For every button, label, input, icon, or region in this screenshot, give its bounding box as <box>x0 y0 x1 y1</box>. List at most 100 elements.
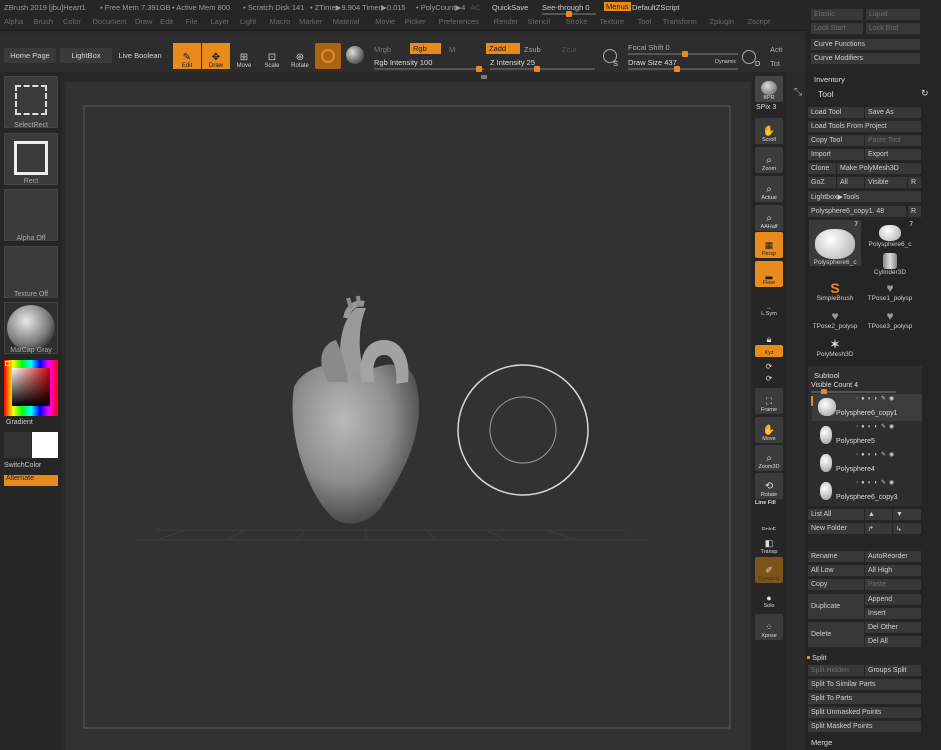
tool-thumb-3[interactable]: S SimpleBrush <box>809 276 861 302</box>
menu-render[interactable]: Render <box>494 17 519 26</box>
arrow-down-button[interactable]: ▼ <box>893 509 921 520</box>
copy-tool-button[interactable]: Copy Tool <box>808 135 864 146</box>
all-low-button[interactable]: All Low <box>808 565 864 576</box>
subtool-row[interactable]: ◦●◐◐✎◉ Polysphere5 <box>812 422 922 449</box>
scroll-button[interactable]: ✋ Scroll <box>755 118 783 144</box>
menu-edit[interactable]: Edit <box>160 17 173 26</box>
tool-thumb-6[interactable]: ♥ TPose3_polysp <box>864 304 916 330</box>
collapse-handle[interactable] <box>481 75 487 79</box>
del-other-button[interactable]: Del Other <box>865 622 921 633</box>
move-up-button[interactable]: ↱ <box>865 523 892 534</box>
menu-texture[interactable]: Texture <box>600 17 625 26</box>
all-high-button[interactable]: All High <box>865 565 921 576</box>
tool-thumb-1[interactable]: Polysphere6_c 7 <box>864 220 916 248</box>
solo-button[interactable]: ● Solo <box>755 584 783 610</box>
home-page-button[interactable]: Home Page <box>4 48 56 63</box>
copy-button[interactable]: Copy <box>808 579 864 590</box>
rgb-button[interactable]: Rgb <box>410 43 441 54</box>
top-item-2[interactable]: Lock Start <box>811 23 863 34</box>
transp-button[interactable]: ◧ Transp <box>755 530 783 556</box>
goz-visible-button[interactable]: Visible <box>865 177 907 188</box>
z-intensity-slider[interactable]: Z Intensity 25 <box>490 58 535 67</box>
insert-button[interactable]: Insert <box>865 608 921 619</box>
alpha-button[interactable] <box>4 189 58 241</box>
menu-movie[interactable]: Movie <box>375 17 395 26</box>
tool-thumb-2[interactable]: Cylinder3D <box>864 248 916 276</box>
subtool-icons[interactable]: ◦●◐◐✎◉ <box>856 395 897 402</box>
goz-button[interactable]: GoZ <box>808 177 836 188</box>
tool-thumb-4[interactable]: ♥ TPose1_polysp <box>864 276 916 302</box>
edit-button[interactable]: ✎ Edit <box>173 43 201 69</box>
rotate-button[interactable]: ⊛ Rotate <box>286 43 314 69</box>
subtool-icons[interactable]: ◦●◐◐✎◉ <box>856 451 897 458</box>
subtool-row[interactable]: ◦●◐◐✎◉ Polysphere4 <box>812 450 922 477</box>
spix-slider[interactable]: SPix 3 <box>756 104 776 111</box>
menu-brush[interactable]: Brush <box>34 17 54 26</box>
persp-button[interactable]: ▦ Persp <box>755 232 783 258</box>
menu-file[interactable]: File <box>185 17 197 26</box>
switchcolor-button[interactable]: SwitchColor <box>4 462 41 469</box>
rgb-intensity-slider[interactable]: Rgb Intensity 100 <box>374 58 432 67</box>
scale-button[interactable]: ⊡ Scale <box>258 43 286 69</box>
goz-all-button[interactable]: All <box>837 177 864 188</box>
duplicate-button[interactable]: Duplicate <box>808 594 864 619</box>
color-square[interactable] <box>12 368 50 406</box>
draw-size-track[interactable] <box>628 66 738 72</box>
actual-button[interactable]: ⌕ Actual <box>755 176 783 202</box>
current-tool-slider[interactable]: Polysphere6_copy1. 48 <box>808 206 906 217</box>
ac-button[interactable]: AC <box>470 3 480 12</box>
document-canvas[interactable] <box>66 82 750 750</box>
focal-shift-slider[interactable]: Focal Shift 0 <box>628 43 670 52</box>
s-button[interactable]: S <box>613 59 618 68</box>
top-item-1[interactable]: Liquid <box>866 9 920 20</box>
dynamic-button[interactable]: Dynamic <box>715 59 736 65</box>
save-as-button[interactable]: Save As <box>865 107 921 118</box>
split-parts-button[interactable]: Split To Parts <box>808 693 921 704</box>
xpose-button[interactable]: ⁘ Xpose <box>755 614 783 640</box>
stroke-icon[interactable] <box>346 46 364 64</box>
m-button[interactable]: M <box>449 45 455 54</box>
move-view-button[interactable]: ✋ Move <box>755 417 783 443</box>
rotate-z-icon[interactable]: ⟳ <box>755 372 783 384</box>
menu-zscript[interactable]: Zscript <box>748 17 771 26</box>
clone-button[interactable]: Clone <box>808 163 836 174</box>
d-button[interactable]: D <box>755 59 760 68</box>
menus-button[interactable]: Menus <box>604 2 631 11</box>
menu-macro[interactable]: Macro <box>270 17 291 26</box>
top-item-5[interactable]: Curve Modifiers <box>811 53 920 64</box>
paste-button[interactable]: Paste <box>865 579 921 590</box>
append-button[interactable]: Append <box>865 594 921 605</box>
focal-shift-track[interactable] <box>628 51 738 57</box>
tool-r-button[interactable]: R <box>908 206 921 217</box>
selectrect-button[interactable] <box>4 76 58 128</box>
lightbox-tools-button[interactable]: Lightbox▶Tools <box>808 191 921 202</box>
top-item-4[interactable]: Curve Functions <box>811 39 920 50</box>
primary-color[interactable] <box>32 432 58 458</box>
menu-preferences[interactable]: Preferences <box>439 17 479 26</box>
subtool-row[interactable]: ◦●◐◐✎◉ Polysphere6_copy1 <box>811 394 922 421</box>
menu-zplugin[interactable]: Zplugin <box>710 17 735 26</box>
xyz-button[interactable]: Xyz <box>755 345 783 357</box>
menu-layer[interactable]: Layer <box>211 17 230 26</box>
tool-thumb-7[interactable]: ✶ PolyMesh3D <box>809 332 861 358</box>
menu-transform[interactable]: Transform <box>663 17 697 26</box>
menu-light[interactable]: Light <box>240 17 256 26</box>
menu-picker[interactable]: Picker <box>405 17 426 26</box>
split-unmasked-button[interactable]: Split Unmasked Points <box>808 707 921 718</box>
menu-draw[interactable]: Draw <box>135 17 153 26</box>
floor-button[interactable]: ▂ Floor <box>755 261 783 287</box>
split-similar-button[interactable]: Split To Similar Parts <box>808 679 921 690</box>
make-polymesh-button[interactable]: Make PolyMesh3D <box>837 163 921 174</box>
menu-alpha[interactable]: Alpha <box>4 17 23 26</box>
zoom3d-button[interactable]: ⌕ Zoom3D <box>755 445 783 471</box>
load-tool-button[interactable]: Load Tool <box>808 107 864 118</box>
paste-tool-button[interactable]: Paste Tool <box>865 135 921 146</box>
import-button[interactable]: Import <box>808 149 864 160</box>
export-button[interactable]: Export <box>865 149 921 160</box>
draw-size-slider[interactable]: Draw Size 437 <box>628 58 677 67</box>
goz-r-button[interactable]: R <box>908 177 921 188</box>
draw-button[interactable]: ✥ Draw <box>202 43 230 69</box>
menu-color[interactable]: Color <box>63 17 81 26</box>
brush-button[interactable] <box>315 43 341 69</box>
split-masked-button[interactable]: Split Masked Points <box>808 721 921 732</box>
